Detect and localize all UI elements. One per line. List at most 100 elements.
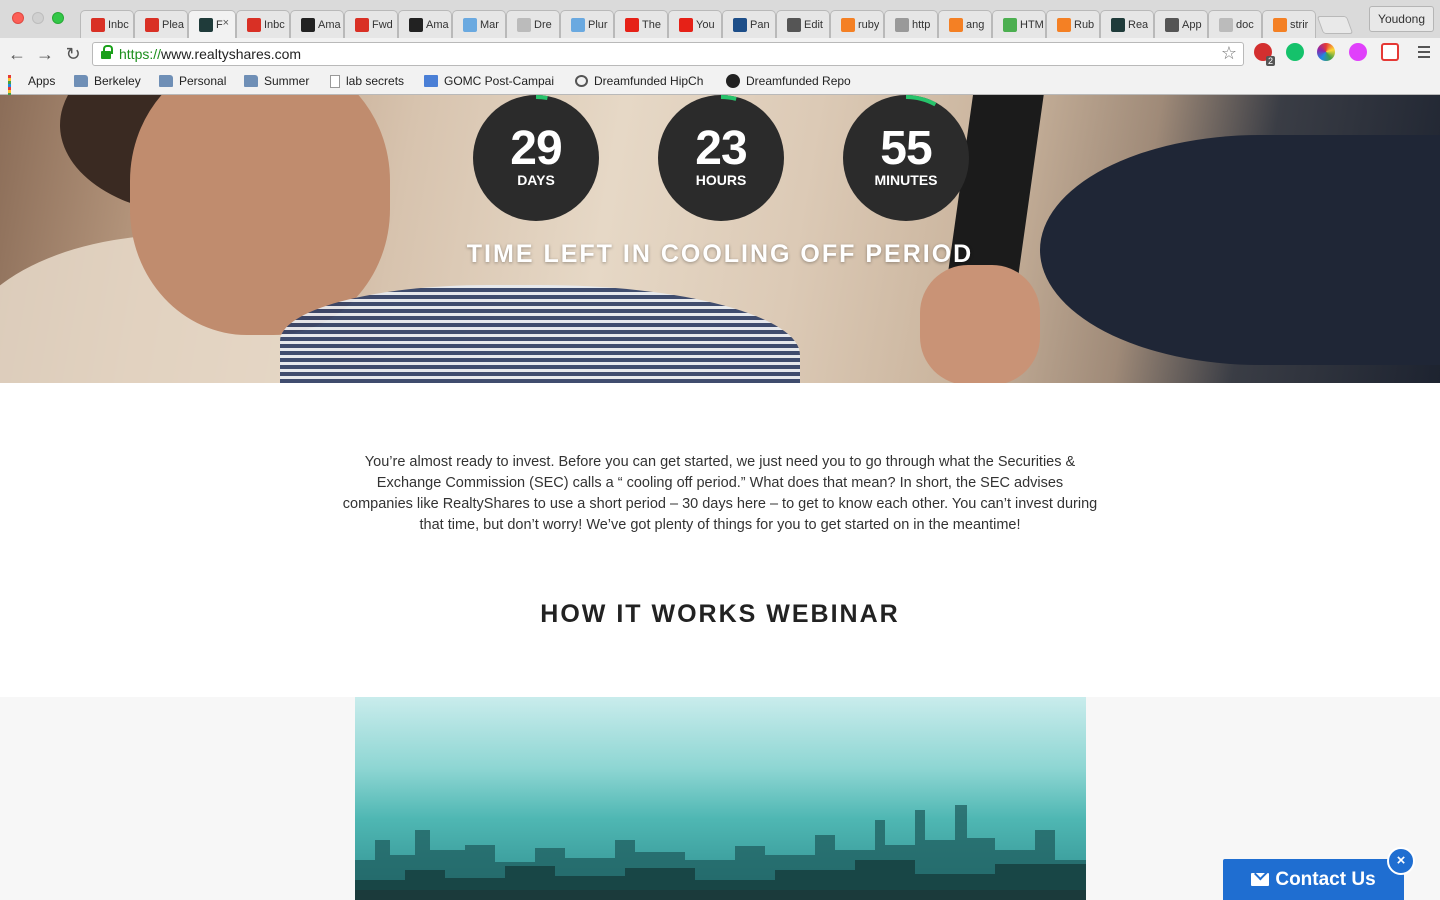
pink-extension-icon[interactable] (1349, 43, 1367, 61)
red-extension-icon[interactable] (1381, 43, 1399, 61)
forward-arrow-icon[interactable]: → (34, 43, 56, 65)
browser-tab[interactable]: Mar (452, 10, 506, 38)
folder-icon (244, 75, 258, 87)
browser-tab[interactable]: Rub (1046, 10, 1100, 38)
browser-tab[interactable]: Inbc (80, 10, 134, 38)
close-icon[interactable]: × (1387, 847, 1415, 875)
secure-lock-icon (101, 45, 113, 60)
browser-tab[interactable]: You (668, 10, 722, 38)
tab-title: Inbc (108, 18, 129, 31)
zoom-window-button[interactable] (52, 12, 64, 24)
generic-icon (895, 17, 909, 32)
gmail-icon (145, 17, 159, 32)
browser-tab[interactable]: Plea (134, 10, 188, 38)
browser-tab[interactable]: The (614, 10, 668, 38)
extension-badge: 2 (1266, 56, 1276, 66)
folder-icon (74, 75, 88, 87)
toolbar: ← → ↻ https://www.realtyshares.com ☆ (0, 38, 1440, 70)
countdown-minutes-value: 55 (880, 122, 932, 175)
countdown-days-value: 29 (510, 122, 562, 175)
bookmark-summer[interactable]: Summer (244, 74, 309, 88)
browser-tab[interactable]: http (884, 10, 938, 38)
bookmark-star-icon[interactable]: ☆ (1221, 43, 1237, 64)
amazon-icon (301, 17, 315, 32)
color-picker-extension-icon[interactable] (1317, 43, 1335, 61)
tab-title: App (1182, 18, 1202, 31)
tabs: Inbc Plea F × Inbc Ama Fwd Ama Mar Dre Plur The You P… (80, 10, 1354, 38)
tab-title: Rub (1074, 18, 1095, 31)
address-bar[interactable]: https://www.realtyshares.com ☆ (92, 42, 1244, 66)
gmail-icon (91, 17, 105, 32)
browser-tab[interactable]: HTM (992, 10, 1046, 38)
browser-tab[interactable]: Ama (398, 10, 452, 38)
bookmark-label: GOMC Post-Campai (444, 74, 555, 88)
github-icon (726, 74, 740, 88)
browser-tab[interactable]: Dre (506, 10, 560, 38)
bookmark-gomc[interactable]: GOMC Post-Campai (424, 74, 554, 88)
browser-tab[interactable]: ang (938, 10, 992, 38)
bookmark-hipchat[interactable]: Dreamfunded HipCh (575, 74, 703, 88)
bookmark-label: Personal (179, 74, 227, 88)
tab-title: The (642, 18, 661, 31)
url-host: www.realtyshares.com (161, 46, 302, 62)
browser-tab[interactable]: strir (1262, 10, 1316, 38)
tab-title: http (912, 18, 931, 31)
tab-title: strir (1290, 18, 1309, 31)
browser-tab[interactable]: Fwd (344, 10, 398, 38)
intro-paragraph: You’re almost ready to invest. Before yo… (342, 454, 1098, 533)
bookmark-lab-secrets[interactable]: lab secrets (330, 74, 404, 88)
countdown-hours-value: 23 (695, 122, 747, 175)
tab-title: Plur (588, 18, 608, 31)
tab-title: Ama (426, 18, 449, 31)
url-text: https://www.realtyshares.com (119, 46, 301, 62)
apps-grid-icon (8, 75, 22, 102)
cooling-off-caption: TIME LEFT IN COOLING OFF PERIOD (466, 240, 974, 268)
video-control-bar[interactable] (355, 890, 1086, 900)
tab-title: Dre (534, 18, 552, 31)
grammarly-extension-icon[interactable] (1286, 43, 1304, 61)
bookmark-apps[interactable]: Apps (8, 74, 55, 102)
folder-icon (159, 75, 173, 87)
plane-icon (1165, 17, 1179, 32)
page-icon (330, 74, 340, 88)
browser-tab[interactable]: Rea (1100, 10, 1154, 38)
new-tab-button[interactable] (1316, 16, 1354, 34)
stack-icon (1057, 17, 1071, 32)
browser-tab[interactable]: F × (188, 10, 236, 38)
countdown-minutes: 55 MINUTES (843, 95, 969, 221)
browser-tab[interactable]: doc (1208, 10, 1262, 38)
tab-title: ang (966, 18, 985, 31)
browser-tab[interactable]: Ama (290, 10, 344, 38)
browser-tab[interactable]: App (1154, 10, 1208, 38)
browser-tab[interactable]: Pan (722, 10, 776, 38)
webinar-video-thumbnail[interactable] (355, 697, 1086, 900)
hero-banner: 29 DAYS 23 HOURS 55 MINUTES TIME LEFT IN… (0, 95, 1440, 383)
contact-us-button[interactable]: Contact Us (1223, 859, 1404, 900)
tab-title: Mar (480, 18, 499, 31)
youtube-icon (679, 17, 693, 32)
close-window-button[interactable] (12, 12, 24, 24)
contact-us-label: Contact Us (1275, 868, 1376, 890)
city-skyline-image (355, 805, 1086, 900)
browser-tab[interactable]: Edit (776, 10, 830, 38)
bookmark-personal[interactable]: Personal (159, 74, 226, 88)
menu-icon[interactable] (1418, 46, 1430, 58)
webinar-heading: HOW IT WORKS WEBINAR (540, 600, 900, 628)
minimize-window-button[interactable] (32, 12, 44, 24)
bookmark-berkeley[interactable]: Berkeley (74, 74, 141, 88)
back-arrow-icon[interactable]: ← (6, 43, 28, 65)
browser-tab[interactable]: Inbc (236, 10, 290, 38)
progress-arc (720, 95, 737, 101)
gmail-icon (247, 17, 261, 32)
profile-button[interactable]: Youdong (1369, 6, 1434, 32)
browser-tab[interactable]: ruby (830, 10, 884, 38)
bookmark-label: Dreamfunded Repo (746, 74, 851, 88)
bookmark-repo[interactable]: Dreamfunded Repo (726, 74, 851, 88)
browser-tab[interactable]: Plur (560, 10, 614, 38)
realtyshares-icon (199, 17, 213, 32)
tab-title: ruby (858, 18, 880, 31)
reload-icon[interactable]: ↻ (62, 43, 84, 65)
doc-icon (424, 75, 438, 87)
browser-chrome: Inbc Plea F × Inbc Ama Fwd Ama Mar Dre Plur The You P… (0, 0, 1440, 102)
close-tab-icon[interactable]: × (223, 17, 229, 29)
